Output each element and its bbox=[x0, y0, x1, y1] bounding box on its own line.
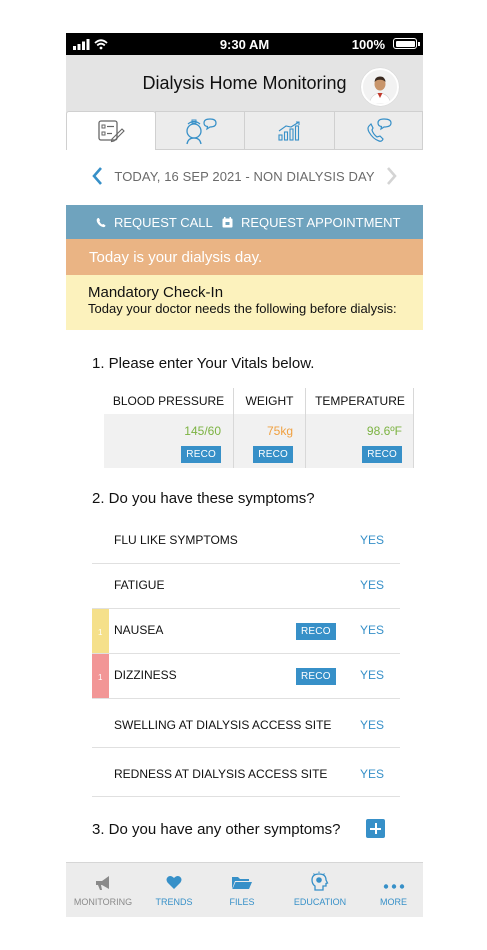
request-appointment-label: REQUEST APPOINTMENT bbox=[241, 215, 401, 230]
severity-marker: 1 bbox=[92, 609, 109, 653]
dialysis-day-banner: Today is your dialysis day. bbox=[66, 239, 423, 275]
tab-call-chat[interactable] bbox=[334, 111, 423, 150]
nurse-chat-icon bbox=[186, 117, 217, 144]
symptom-name: SWELLING AT DIALYSIS ACCESS SITE bbox=[114, 718, 332, 732]
nav-trends[interactable]: TRENDS bbox=[140, 863, 208, 917]
battery-percent: 100% bbox=[351, 37, 385, 52]
tab-trends-chart[interactable] bbox=[244, 111, 335, 150]
checkin-subtitle: Today your doctor needs the following be… bbox=[88, 301, 397, 316]
date-label: TODAY, 16 SEP 2021 - NON DIALYSIS DAY bbox=[114, 169, 375, 184]
vital-blood-pressure[interactable]: BLOOD PRESSURE 145/60 RECO bbox=[104, 388, 233, 468]
checklist-icon bbox=[98, 120, 125, 143]
nav-label: MORE bbox=[380, 897, 407, 907]
reco-button[interactable]: RECO bbox=[296, 623, 336, 640]
chevron-right-icon[interactable] bbox=[385, 165, 399, 187]
vital-value: 75kg bbox=[266, 424, 293, 438]
nav-more[interactable]: MORE bbox=[364, 863, 423, 917]
severity-count: 1 bbox=[98, 673, 103, 682]
nav-label: MONITORING bbox=[73, 897, 133, 907]
symptom-name: REDNESS AT DIALYSIS ACCESS SITE bbox=[114, 767, 328, 781]
symptom-name: DIZZINESS bbox=[114, 668, 177, 682]
symptom-name: FATIGUE bbox=[114, 578, 165, 592]
vital-header: BLOOD PRESSURE bbox=[112, 394, 225, 408]
symptom-row[interactable]: 1 DIZZINESS RECO YES bbox=[92, 654, 400, 699]
request-call-label: REQUEST CALL bbox=[114, 215, 213, 230]
phone-chat-icon bbox=[366, 117, 392, 142]
symptom-row[interactable]: 1 NAUSEA RECO YES bbox=[92, 609, 400, 654]
symptom-name: NAUSEA bbox=[114, 623, 164, 637]
vitals-table: BLOOD PRESSURE 145/60 RECO WEIGHT 75kg R… bbox=[104, 388, 414, 468]
megaphone-icon bbox=[96, 876, 109, 890]
symptom-row[interactable]: FATIGUE YES bbox=[92, 564, 400, 609]
nav-label: FILES bbox=[229, 897, 255, 907]
vitals-heading: 1. Please enter Your Vitals below. bbox=[92, 355, 315, 372]
severity-marker: 1 bbox=[92, 654, 109, 698]
doctor-avatar-icon bbox=[363, 70, 397, 104]
top-tabs bbox=[66, 111, 423, 150]
divider bbox=[413, 388, 414, 468]
vital-header: WEIGHT bbox=[245, 394, 294, 408]
nav-files[interactable]: FILES bbox=[208, 863, 276, 917]
heart-icon bbox=[166, 876, 182, 889]
symptom-row[interactable]: FLU LIKE SYMPTOMS YES bbox=[92, 519, 400, 564]
reco-button[interactable]: RECO bbox=[253, 446, 293, 463]
vital-value: 145/60 bbox=[184, 424, 221, 438]
other-symptoms-heading: 3. Do you have any other symptoms? bbox=[92, 821, 341, 838]
phone-screen: 9:30 AM 100% Dialysis Home Monitoring TO… bbox=[66, 33, 423, 917]
vital-header: TEMPERATURE bbox=[315, 394, 405, 408]
symptom-name: FLU LIKE SYMPTOMS bbox=[114, 533, 238, 547]
reco-button[interactable]: RECO bbox=[362, 446, 402, 463]
calendar-icon bbox=[222, 217, 233, 228]
battery-icon bbox=[393, 38, 420, 49]
symptom-yes[interactable]: YES bbox=[360, 623, 384, 637]
vital-weight[interactable]: WEIGHT 75kg RECO bbox=[234, 388, 305, 468]
symptom-yes[interactable]: YES bbox=[360, 767, 384, 781]
symptom-row[interactable]: SWELLING AT DIALYSIS ACCESS SITE YES bbox=[92, 699, 400, 748]
status-bar: 9:30 AM 100% bbox=[66, 33, 423, 55]
checkin-title: Mandatory Check-In bbox=[88, 284, 224, 301]
chart-icon bbox=[277, 120, 300, 141]
date-bar: TODAY, 16 SEP 2021 - NON DIALYSIS DAY bbox=[66, 159, 423, 193]
phone-icon bbox=[96, 218, 106, 228]
symptom-yes[interactable]: YES bbox=[360, 668, 384, 682]
tab-checklist[interactable] bbox=[66, 111, 156, 150]
tab-nurse-chat[interactable] bbox=[155, 111, 245, 150]
avatar[interactable] bbox=[361, 68, 399, 106]
vital-value: 98.6ºF bbox=[366, 424, 402, 438]
app-header: Dialysis Home Monitoring bbox=[66, 55, 423, 115]
symptom-yes[interactable]: YES bbox=[360, 533, 384, 547]
bottom-nav: MONITORING TRENDS FILES EDUCATION MORE bbox=[66, 862, 423, 917]
vital-body: 98.6ºF RECO bbox=[306, 414, 414, 468]
severity-count: 1 bbox=[98, 628, 103, 637]
nav-monitoring[interactable]: MONITORING bbox=[66, 863, 140, 917]
head-idea-icon bbox=[311, 871, 329, 891]
symptoms-heading: 2. Do you have these symptoms? bbox=[92, 490, 315, 507]
nav-education[interactable]: EDUCATION bbox=[276, 863, 364, 917]
reco-button[interactable]: RECO bbox=[181, 446, 221, 463]
vital-temperature[interactable]: TEMPERATURE 98.6ºF RECO bbox=[306, 388, 414, 468]
request-call-button[interactable]: REQUEST CALL bbox=[96, 215, 213, 230]
reco-button[interactable]: RECO bbox=[296, 668, 336, 685]
vital-body: 145/60 RECO bbox=[104, 414, 233, 468]
nav-label: EDUCATION bbox=[293, 897, 347, 907]
checkin-panel: Mandatory Check-In Today your doctor nee… bbox=[66, 275, 423, 330]
vital-body: 75kg RECO bbox=[234, 414, 305, 468]
request-appointment-button[interactable]: REQUEST APPOINTMENT bbox=[222, 215, 400, 230]
action-bar: REQUEST CALL REQUEST APPOINTMENT bbox=[66, 205, 423, 239]
symptom-row[interactable]: REDNESS AT DIALYSIS ACCESS SITE YES bbox=[92, 748, 400, 797]
symptom-yes[interactable]: YES bbox=[360, 718, 384, 732]
nav-label: TRENDS bbox=[155, 897, 193, 907]
dialysis-day-text: Today is your dialysis day. bbox=[89, 249, 263, 266]
add-symptom-button[interactable] bbox=[366, 819, 385, 838]
folder-icon bbox=[232, 877, 252, 889]
symptom-yes[interactable]: YES bbox=[360, 578, 384, 592]
more-dots-icon bbox=[383, 884, 404, 889]
